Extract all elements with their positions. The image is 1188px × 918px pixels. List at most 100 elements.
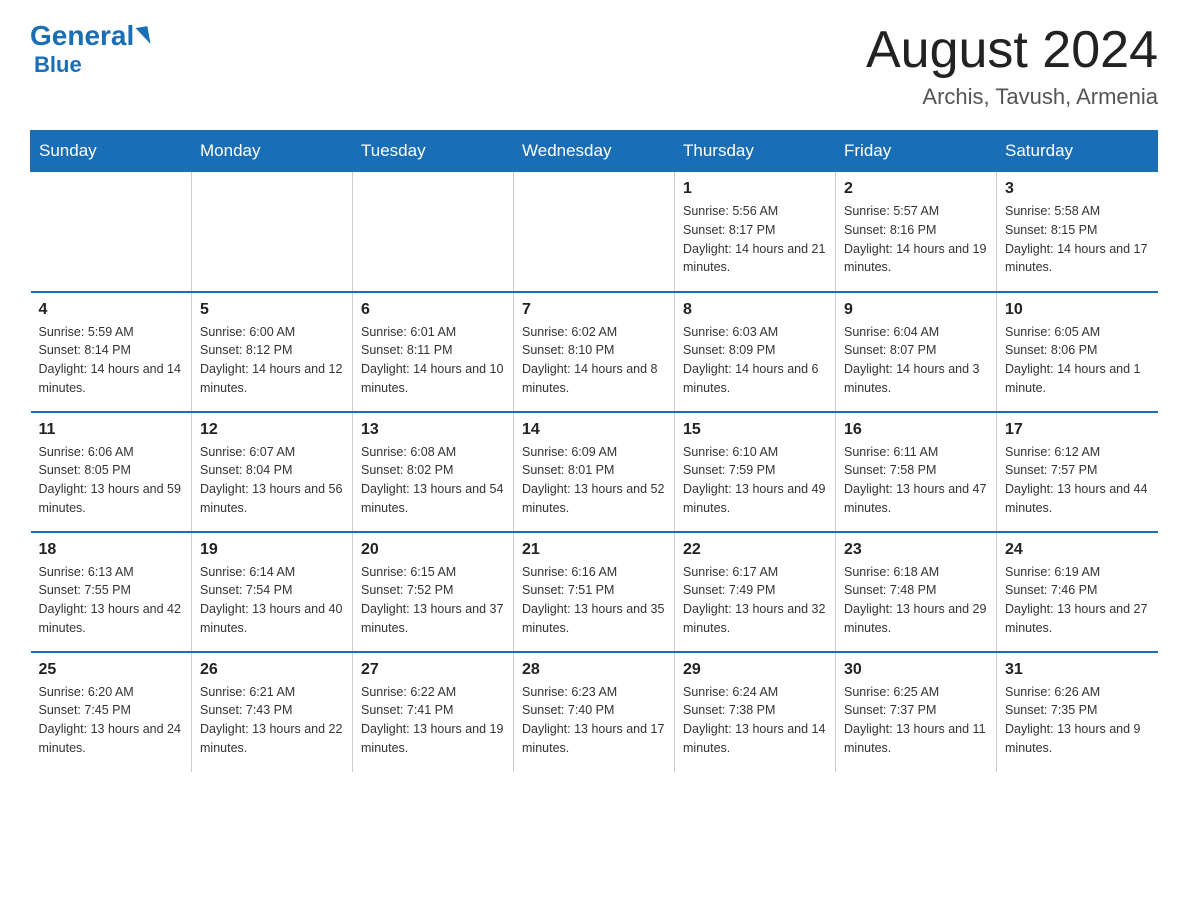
day-number: 8 — [683, 301, 827, 319]
day-info: Sunrise: 6:09 AM Sunset: 8:01 PM Dayligh… — [522, 443, 666, 518]
calendar-cell: 2 Sunrise: 5:57 AM Sunset: 8:16 PM Daylig… — [836, 172, 997, 292]
day-number: 2 — [844, 180, 988, 198]
day-info: Sunrise: 6:19 AM Sunset: 7:46 PM Dayligh… — [1005, 563, 1150, 638]
header-saturday: Saturday — [997, 131, 1158, 172]
day-number: 1 — [683, 180, 827, 198]
calendar-cell: 7Sunrise: 6:02 AM Sunset: 8:10 PM Daylig… — [514, 292, 675, 412]
calendar-cell: 23 Sunrise: 6:18 AM Sunset: 7:48 PM Dayli… — [836, 532, 997, 652]
logo: General Blue — [30, 20, 149, 78]
calendar-cell: 17Sunrise: 6:12 AM Sunset: 7:57 PM Dayli… — [997, 412, 1158, 532]
calendar-table: SundayMondayTuesdayWednesdayThursdayFrid… — [30, 130, 1158, 772]
calendar-cell: 4 Sunrise: 5:59 AM Sunset: 8:14 PM Daylig… — [31, 292, 192, 412]
calendar-week-3: 18 Sunrise: 6:13 AM Sunset: 7:55 PM Dayli… — [31, 532, 1158, 652]
day-number: 22 — [683, 541, 827, 559]
calendar-cell: 1 Sunrise: 5:56 AM Sunset: 8:17 PM Daylig… — [675, 172, 836, 292]
day-number: 16 — [844, 421, 988, 439]
calendar-cell: 18 Sunrise: 6:13 AM Sunset: 7:55 PM Dayli… — [31, 532, 192, 652]
day-info: Sunrise: 6:03 AM Sunset: 8:09 PM Dayligh… — [683, 323, 827, 398]
day-info: Sunrise: 6:05 AM Sunset: 8:06 PM Dayligh… — [1005, 323, 1150, 398]
calendar-cell — [31, 172, 192, 292]
day-number: 10 — [1005, 301, 1150, 319]
day-number: 29 — [683, 661, 827, 679]
day-number: 30 — [844, 661, 988, 679]
calendar-cell — [514, 172, 675, 292]
page-header: General Blue August 2024 Archis, Tavush,… — [30, 20, 1158, 110]
calendar-cell: 14Sunrise: 6:09 AM Sunset: 8:01 PM Dayli… — [514, 412, 675, 532]
calendar-header-row: SundayMondayTuesdayWednesdayThursdayFrid… — [31, 131, 1158, 172]
day-info: Sunrise: 6:17 AM Sunset: 7:49 PM Dayligh… — [683, 563, 827, 638]
day-info: Sunrise: 6:24 AM Sunset: 7:38 PM Dayligh… — [683, 683, 827, 758]
day-number: 19 — [200, 541, 344, 559]
calendar-cell: 30 Sunrise: 6:25 AM Sunset: 7:37 PM Dayli… — [836, 652, 997, 772]
day-number: 26 — [200, 661, 344, 679]
day-number: 21 — [522, 541, 666, 559]
day-info: Sunrise: 6:08 AM Sunset: 8:02 PM Dayligh… — [361, 443, 505, 518]
calendar-cell: 29 Sunrise: 6:24 AM Sunset: 7:38 PM Dayli… — [675, 652, 836, 772]
header-monday: Monday — [192, 131, 353, 172]
calendar-cell: 15Sunrise: 6:10 AM Sunset: 7:59 PM Dayli… — [675, 412, 836, 532]
calendar-week-2: 11 Sunrise: 6:06 AM Sunset: 8:05 PM Dayli… — [31, 412, 1158, 532]
day-number: 12 — [200, 421, 344, 439]
logo-general-text: General — [30, 20, 134, 52]
day-number: 27 — [361, 661, 505, 679]
title-section: August 2024 Archis, Tavush, Armenia — [866, 20, 1158, 110]
day-info: Sunrise: 6:11 AM Sunset: 7:58 PM Dayligh… — [844, 443, 988, 518]
calendar-cell: 6Sunrise: 6:01 AM Sunset: 8:11 PM Daylig… — [353, 292, 514, 412]
calendar-cell: 3 Sunrise: 5:58 AM Sunset: 8:15 PM Daylig… — [997, 172, 1158, 292]
location-text: Archis, Tavush, Armenia — [866, 84, 1158, 110]
day-number: 5 — [200, 301, 344, 319]
day-number: 31 — [1005, 661, 1150, 679]
day-info: Sunrise: 6:25 AM Sunset: 7:37 PM Dayligh… — [844, 683, 988, 758]
logo-text: General — [30, 20, 149, 52]
day-info: Sunrise: 5:59 AM Sunset: 8:14 PM Dayligh… — [39, 323, 184, 398]
day-info: Sunrise: 6:07 AM Sunset: 8:04 PM Dayligh… — [200, 443, 344, 518]
calendar-cell: 28 Sunrise: 6:23 AM Sunset: 7:40 PM Dayli… — [514, 652, 675, 772]
day-info: Sunrise: 6:00 AM Sunset: 8:12 PM Dayligh… — [200, 323, 344, 398]
calendar-cell: 24Sunrise: 6:19 AM Sunset: 7:46 PM Dayli… — [997, 532, 1158, 652]
calendar-cell: 10 Sunrise: 6:05 AM Sunset: 8:06 PM Dayli… — [997, 292, 1158, 412]
logo-blue-text: Blue — [34, 52, 82, 78]
day-info: Sunrise: 5:58 AM Sunset: 8:15 PM Dayligh… — [1005, 202, 1150, 277]
day-info: Sunrise: 6:22 AM Sunset: 7:41 PM Dayligh… — [361, 683, 505, 758]
calendar-cell: 12 Sunrise: 6:07 AM Sunset: 8:04 PM Dayli… — [192, 412, 353, 532]
day-number: 28 — [522, 661, 666, 679]
day-number: 20 — [361, 541, 505, 559]
day-number: 4 — [39, 301, 184, 319]
day-info: Sunrise: 5:56 AM Sunset: 8:17 PM Dayligh… — [683, 202, 827, 277]
day-info: Sunrise: 5:57 AM Sunset: 8:16 PM Dayligh… — [844, 202, 988, 277]
day-number: 25 — [39, 661, 184, 679]
header-thursday: Thursday — [675, 131, 836, 172]
calendar-cell: 16 Sunrise: 6:11 AM Sunset: 7:58 PM Dayli… — [836, 412, 997, 532]
calendar-cell: 25Sunrise: 6:20 AM Sunset: 7:45 PM Dayli… — [31, 652, 192, 772]
calendar-cell — [192, 172, 353, 292]
day-number: 18 — [39, 541, 184, 559]
day-number: 23 — [844, 541, 988, 559]
calendar-week-4: 25Sunrise: 6:20 AM Sunset: 7:45 PM Dayli… — [31, 652, 1158, 772]
calendar-cell: 26Sunrise: 6:21 AM Sunset: 7:43 PM Dayli… — [192, 652, 353, 772]
calendar-cell: 5 Sunrise: 6:00 AM Sunset: 8:12 PM Daylig… — [192, 292, 353, 412]
calendar-cell: 9Sunrise: 6:04 AM Sunset: 8:07 PM Daylig… — [836, 292, 997, 412]
logo-arrow-icon — [136, 26, 151, 46]
day-number: 11 — [39, 421, 184, 439]
day-info: Sunrise: 6:23 AM Sunset: 7:40 PM Dayligh… — [522, 683, 666, 758]
calendar-cell: 11 Sunrise: 6:06 AM Sunset: 8:05 PM Dayli… — [31, 412, 192, 532]
day-info: Sunrise: 6:06 AM Sunset: 8:05 PM Dayligh… — [39, 443, 184, 518]
day-info: Sunrise: 6:10 AM Sunset: 7:59 PM Dayligh… — [683, 443, 827, 518]
day-info: Sunrise: 6:15 AM Sunset: 7:52 PM Dayligh… — [361, 563, 505, 638]
day-number: 7 — [522, 301, 666, 319]
day-info: Sunrise: 6:13 AM Sunset: 7:55 PM Dayligh… — [39, 563, 184, 638]
calendar-cell: 22 Sunrise: 6:17 AM Sunset: 7:49 PM Dayli… — [675, 532, 836, 652]
day-info: Sunrise: 6:01 AM Sunset: 8:11 PM Dayligh… — [361, 323, 505, 398]
calendar-cell — [353, 172, 514, 292]
day-info: Sunrise: 6:26 AM Sunset: 7:35 PM Dayligh… — [1005, 683, 1150, 758]
day-number: 13 — [361, 421, 505, 439]
header-friday: Friday — [836, 131, 997, 172]
calendar-cell: 20 Sunrise: 6:15 AM Sunset: 7:52 PM Dayli… — [353, 532, 514, 652]
day-info: Sunrise: 6:04 AM Sunset: 8:07 PM Dayligh… — [844, 323, 988, 398]
day-number: 3 — [1005, 180, 1150, 198]
day-number: 17 — [1005, 421, 1150, 439]
calendar-cell: 31 Sunrise: 6:26 AM Sunset: 7:35 PM Dayli… — [997, 652, 1158, 772]
calendar-cell: 8 Sunrise: 6:03 AM Sunset: 8:09 PM Daylig… — [675, 292, 836, 412]
calendar-cell: 27 Sunrise: 6:22 AM Sunset: 7:41 PM Dayli… — [353, 652, 514, 772]
day-info: Sunrise: 6:18 AM Sunset: 7:48 PM Dayligh… — [844, 563, 988, 638]
